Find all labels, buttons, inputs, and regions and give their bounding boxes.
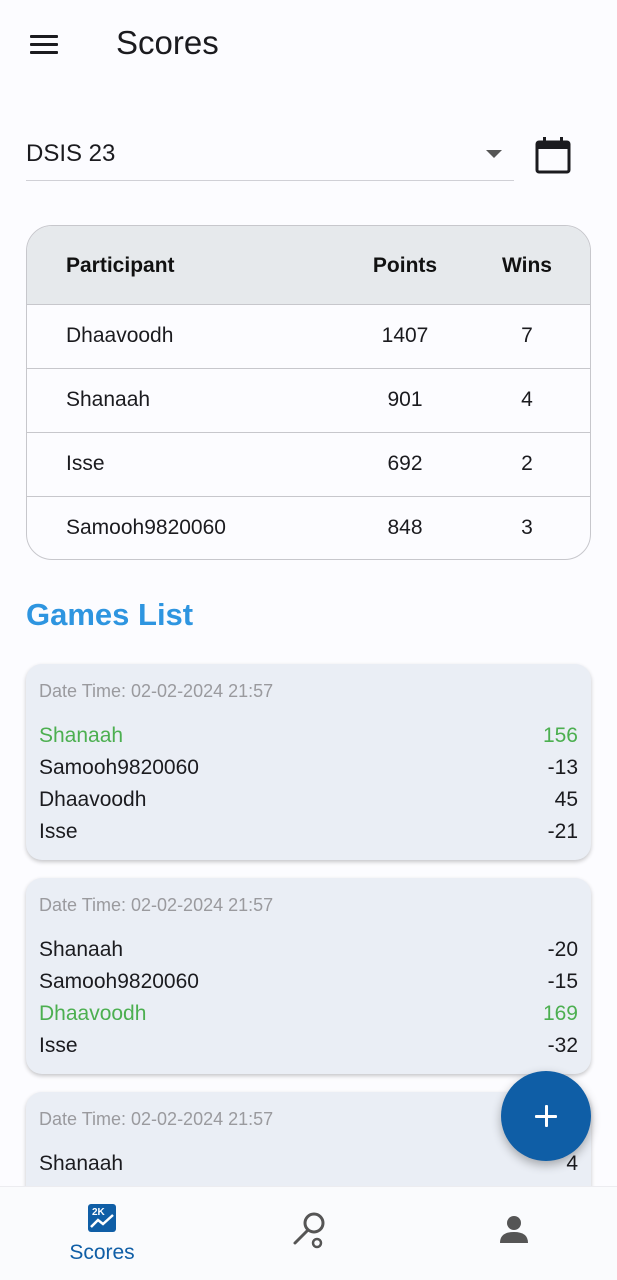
player-score: -32 xyxy=(547,1034,578,1057)
header-participant: Participant xyxy=(66,254,175,277)
arrow-drop-down-icon xyxy=(486,150,502,158)
nav-item-search[interactable] xyxy=(290,1187,330,1280)
header-wins: Wins xyxy=(502,254,552,277)
cell-participant: Samooh9820060 xyxy=(66,516,226,539)
table-row: Dhaavoodh 1407 7 xyxy=(27,305,590,369)
nav-item-profile[interactable] xyxy=(497,1187,531,1280)
player-score: -13 xyxy=(547,756,578,779)
bottom-navigation: 2K Scores xyxy=(0,1186,617,1280)
game-card[interactable]: Date Time: 02-02-2024 21:57 Shanaah -20 … xyxy=(26,878,591,1074)
nav-item-scores[interactable]: 2K Scores xyxy=(56,1187,148,1280)
cell-participant: Dhaavoodh xyxy=(66,324,174,347)
header-points: Points xyxy=(372,254,438,277)
player-score: 156 xyxy=(542,724,578,747)
player-name: Isse xyxy=(39,1034,78,1057)
player-name: Shanaah xyxy=(39,1152,124,1175)
add-game-button[interactable] xyxy=(501,1071,591,1161)
table-row: Shanaah 901 4 xyxy=(27,369,590,433)
player-name: Dhaavoodh xyxy=(39,1002,147,1025)
game-datetime: Date Time: 02-02-2024 21:57 xyxy=(39,1109,274,1129)
player-name: Shanaah xyxy=(39,724,124,747)
cell-points: 901 xyxy=(387,388,423,411)
cell-participant: Isse xyxy=(66,452,105,475)
game-player-row: Samooh9820060 -13 xyxy=(39,756,578,788)
player-name: Shanaah xyxy=(39,938,124,961)
game-card[interactable]: Date Time: 02-02-2024 21:57 Shanaah 156 … xyxy=(26,664,591,860)
player-score: 169 xyxy=(542,1002,578,1025)
svg-text:2K: 2K xyxy=(92,1207,106,1218)
game-datetime: Date Time: 02-02-2024 21:57 xyxy=(39,681,274,701)
tournament-dropdown-value: DSIS 23 xyxy=(26,140,116,167)
app-bar: Scores xyxy=(0,0,617,88)
game-player-row: Shanaah 4 xyxy=(39,1152,578,1184)
player-name: Samooh9820060 xyxy=(39,970,199,993)
player-name: Isse xyxy=(39,820,78,843)
game-datetime: Date Time: 02-02-2024 21:57 xyxy=(39,895,274,915)
game-player-row: Isse -32 xyxy=(39,1034,578,1066)
game-player-row: Shanaah 156 xyxy=(39,724,578,756)
player-score: 4 xyxy=(566,1152,578,1175)
table-row: Isse 692 2 xyxy=(27,433,590,497)
tournament-dropdown[interactable]: DSIS 23 xyxy=(26,128,514,181)
game-player-row: Shanaah -20 xyxy=(39,938,578,970)
hamburger-menu-icon[interactable] xyxy=(26,30,66,60)
games-list-title: Games List xyxy=(26,597,194,632)
player-score: -21 xyxy=(547,820,578,843)
player-name: Dhaavoodh xyxy=(39,788,147,811)
person-icon xyxy=(500,1216,528,1243)
scores-table: Participant Points Wins Dhaavoodh 1407 7… xyxy=(26,225,591,560)
cell-wins: 3 xyxy=(521,516,533,539)
cell-points: 1407 xyxy=(381,324,429,347)
cell-wins: 4 xyxy=(521,388,533,411)
table-header: Participant Points Wins xyxy=(27,226,590,305)
scores-chart-icon: 2K xyxy=(88,1204,116,1232)
nav-label-scores: Scores xyxy=(69,1241,135,1264)
player-name: Samooh9820060 xyxy=(39,756,199,779)
game-player-row: Isse -21 xyxy=(39,820,578,852)
cell-wins: 7 xyxy=(521,324,533,347)
player-score: 45 xyxy=(554,788,578,811)
cell-participant: Shanaah xyxy=(66,388,151,411)
search-icon xyxy=(293,1212,325,1249)
calendar-icon[interactable] xyxy=(533,135,573,175)
cell-points: 848 xyxy=(387,516,423,539)
table-row: Samooh9820060 848 3 xyxy=(27,497,590,559)
game-player-row: Dhaavoodh 45 xyxy=(39,788,578,820)
player-score: -15 xyxy=(547,970,578,993)
game-player-row: Dhaavoodh 169 xyxy=(39,1002,578,1034)
page-title: Scores xyxy=(116,24,219,61)
game-player-row: Samooh9820060 -15 xyxy=(39,970,578,1002)
cell-points: 692 xyxy=(387,452,423,475)
player-score: -20 xyxy=(547,938,578,961)
cell-wins: 2 xyxy=(521,452,533,475)
